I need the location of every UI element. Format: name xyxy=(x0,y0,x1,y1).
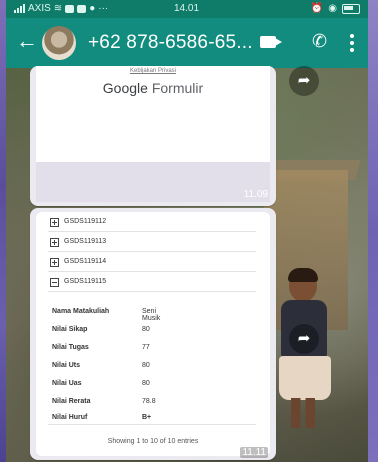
pagination-info: Showing 1 to 10 of 10 entries xyxy=(107,438,199,445)
alarm-icon: ⏰ xyxy=(310,3,324,14)
list-item: GSDS119115 xyxy=(48,274,256,292)
arrow-left-icon[interactable]: ← xyxy=(16,30,38,52)
battery-icon xyxy=(342,3,360,14)
clock: 14.01 xyxy=(174,3,200,14)
privacy-link: Kebijakan Privasi xyxy=(129,68,177,74)
expand-icon xyxy=(50,258,59,267)
google-forms-logo: Google Formulir xyxy=(36,80,270,96)
form-screenshot-blank xyxy=(36,162,270,202)
notification-icon-2 xyxy=(77,4,87,13)
image-message-google-form[interactable]: Kebijakan Privasi Google Formulir 11.09 xyxy=(30,66,276,206)
phone-icon[interactable]: ✆ xyxy=(312,31,327,52)
list-item: GSDS119113 xyxy=(48,234,256,252)
expand-icon xyxy=(50,218,59,227)
carrier-name: AXIS xyxy=(28,3,51,14)
avatar[interactable] xyxy=(42,26,76,60)
brand-google: Google xyxy=(102,80,148,96)
notification-icon xyxy=(65,4,75,13)
forward-icon[interactable]: ➦ xyxy=(289,66,319,96)
list-item: GSDS119114 xyxy=(48,254,256,272)
collapse-icon xyxy=(50,278,59,287)
signal-icon xyxy=(14,4,25,13)
video-call-icon[interactable] xyxy=(260,36,282,48)
image-message-grades[interactable]: GSDS119112 GSDS119113 GSDS119114 GSDS119… xyxy=(30,208,276,460)
brand-formulir: Formulir xyxy=(151,80,204,96)
wifi-icon: ≋ xyxy=(53,3,63,14)
expand-icon xyxy=(50,238,59,247)
contact-name[interactable]: +62 878-6586-65... xyxy=(88,32,253,54)
message-notification-icon: ● xyxy=(89,3,96,14)
status-left: AXIS ≋ ● ··· xyxy=(14,3,108,14)
eye-comfort-icon: ◉ xyxy=(328,3,337,14)
message-time: 11.11 xyxy=(240,447,268,458)
forward-icon[interactable]: ➦ xyxy=(289,324,319,354)
chat-header: ← +62 878-6586-65... ✆ xyxy=(6,18,368,68)
message-time: 11.09 xyxy=(243,189,268,200)
more-vert-icon[interactable] xyxy=(350,34,354,52)
grades-screenshot: GSDS119112 GSDS119113 GSDS119114 GSDS119… xyxy=(36,212,270,456)
phone-screen: AXIS ≋ ● ··· 14.01 ⏰ ◉ ← +62 878-6586-65… xyxy=(6,0,368,462)
list-item: GSDS119112 xyxy=(48,214,256,232)
more-notifications-icon: ··· xyxy=(98,3,109,14)
status-bar: AXIS ≋ ● ··· 14.01 ⏰ ◉ xyxy=(6,0,368,18)
divider xyxy=(48,424,256,425)
status-right: ⏰ ◉ xyxy=(311,3,360,14)
